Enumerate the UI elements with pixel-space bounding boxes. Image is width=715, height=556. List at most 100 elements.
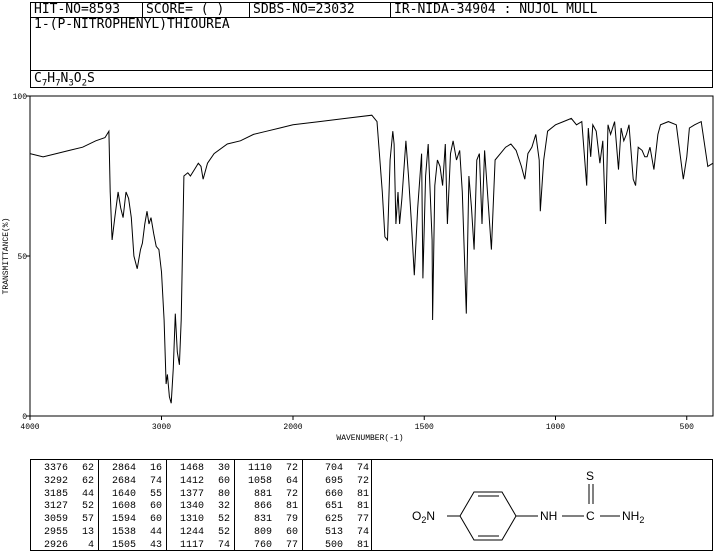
peak-transmittance: 30	[217, 463, 230, 474]
peak-row: 513 74	[303, 526, 373, 539]
peak-transmittance: 60	[149, 514, 162, 526]
structure-panel: O2N NH C S NH2	[372, 459, 713, 551]
peak-wavenumber: 760	[253, 539, 272, 551]
peak-row: 881 72	[235, 488, 302, 501]
peak-column: 3376 62 3292 62 3185 44 3127 52 3059 57 2955 13 2926…	[31, 460, 99, 552]
amine-label: NH2	[622, 509, 644, 525]
peak-row: 660 81	[303, 488, 373, 501]
peak-wavenumber: 1110	[247, 463, 272, 474]
y-axis-label: TRANSMITTANCE(%)	[2, 218, 11, 295]
peak-row: 2926 4	[31, 539, 98, 552]
y-tick-label: 0	[22, 413, 27, 422]
peak-column: 1110 72 1058 64 881 72 866 81 831 79 809 60 760 77	[235, 460, 303, 552]
peak-transmittance: 74	[356, 527, 369, 538]
peak-transmittance: 77	[285, 539, 298, 551]
peak-wavenumber: 1244	[179, 527, 204, 538]
peak-wavenumber: 695	[324, 475, 343, 487]
compound-name-cell: 1-(P-NITROPHENYL)THIOUREA	[30, 17, 713, 71]
spectrum-line	[29, 114, 714, 404]
peak-wavenumber: 1468	[179, 463, 204, 474]
peak-row: 1244 52	[167, 526, 234, 539]
peak-transmittance: 16	[149, 463, 162, 474]
peak-column: 704 74 695 72 660 81 651 81 625 77 513 74 500 81	[303, 460, 373, 552]
peak-transmittance: 32	[217, 501, 230, 513]
peak-row: 1538 44	[99, 526, 166, 539]
hit-no: HIT-NO=8593	[34, 2, 121, 17]
y-tick-label: 100	[13, 93, 28, 102]
peak-wavenumber: 3127	[43, 501, 68, 513]
peak-transmittance: 13	[81, 527, 94, 538]
score: SCORE= ( )	[146, 2, 225, 17]
peak-transmittance: 81	[356, 488, 369, 500]
peak-wavenumber: 1377	[179, 488, 204, 500]
peak-transmittance: 74	[149, 475, 162, 487]
peak-row: 1640 55	[99, 488, 166, 501]
peak-row: 866 81	[235, 500, 302, 513]
peak-wavenumber: 651	[324, 501, 343, 513]
sdbs-no-cell: SDBS-NO=23032	[249, 2, 391, 18]
peak-table: 3376 62 3292 62 3185 44 3127 52 3059 57 2955 13 2926…	[30, 459, 372, 551]
sdbs-no: SDBS-NO=23032	[253, 2, 355, 17]
peak-wavenumber: 831	[253, 514, 272, 526]
ir-spectrum-chart: 100500 4000 3000 2000 1500 1000 500 WAVENUMBE…	[2, 93, 714, 443]
peak-wavenumber: 3059	[43, 514, 68, 526]
peak-wavenumber: 1340	[179, 501, 204, 513]
peak-row: 2955 13	[31, 526, 98, 539]
score-cell: SCORE= ( )	[142, 2, 250, 18]
peak-row: 3127 52	[31, 500, 98, 513]
peak-row: 1594 60	[99, 513, 166, 526]
peak-wavenumber: 1640	[111, 488, 136, 500]
hit-no-cell: HIT-NO=8593	[30, 2, 143, 18]
peak-wavenumber: 1505	[111, 539, 136, 551]
peak-transmittance: 80	[217, 488, 230, 500]
peak-transmittance: 43	[149, 539, 162, 551]
chemical-structure: O2N NH C S NH2	[412, 469, 644, 541]
peak-wavenumber: 500	[324, 539, 343, 551]
peak-wavenumber: 1412	[179, 475, 204, 487]
peak-row: 1468 30	[167, 462, 234, 475]
peak-row: 704 74	[303, 462, 373, 475]
peak-transmittance: 81	[356, 539, 369, 551]
peak-row: 760 77	[235, 539, 302, 552]
peak-row: 1412 60	[167, 475, 234, 488]
peak-row: 2684 74	[99, 475, 166, 488]
peak-wavenumber: 3376	[43, 463, 68, 474]
peak-wavenumber: 2955	[43, 527, 68, 538]
peak-row: 1058 64	[235, 475, 302, 488]
peak-transmittance: 62	[81, 463, 94, 474]
x-tick-label: 3000	[152, 423, 171, 432]
formula-cell: C7H7N3O2S	[30, 70, 713, 88]
ir-info: IR-NIDA-34904 : NUJOL MULL	[394, 2, 598, 17]
peak-transmittance: 60	[285, 527, 298, 538]
peak-row: 500 81	[303, 539, 373, 552]
peak-row: 3185 44	[31, 488, 98, 501]
nh-label: NH	[540, 509, 557, 523]
x-tick-label: 1500	[415, 423, 434, 432]
peak-wavenumber: 881	[253, 488, 272, 500]
peak-wavenumber: 1608	[111, 501, 136, 513]
peak-wavenumber: 660	[324, 488, 343, 500]
peak-wavenumber: 866	[253, 501, 272, 513]
peak-wavenumber: 1594	[111, 514, 136, 526]
peak-row: 651 81	[303, 500, 373, 513]
sulfur-label: S	[586, 469, 594, 483]
peak-wavenumber: 3185	[43, 488, 68, 500]
peak-row: 3059 57	[31, 513, 98, 526]
x-tick-label: 2000	[283, 423, 302, 432]
peak-column: 2864 16 2684 74 1640 55 1608 60 1594 60 1538 44 1505…	[99, 460, 167, 551]
peak-transmittance: 79	[285, 514, 298, 526]
peak-wavenumber: 625	[324, 514, 343, 526]
peak-wavenumber: 2864	[111, 463, 136, 474]
peak-transmittance: 57	[81, 514, 94, 526]
peak-row: 809 60	[235, 526, 302, 539]
compound-name: 1-(P-NITROPHENYL)THIOUREA	[34, 17, 230, 32]
peak-transmittance: 72	[285, 463, 298, 474]
peak-row: 1310 52	[167, 513, 234, 526]
x-tick-label: 4000	[20, 423, 39, 432]
peak-transmittance: 55	[149, 488, 162, 500]
peak-wavenumber: 1117	[179, 539, 204, 551]
peak-row: 2864 16	[99, 462, 166, 475]
peak-wavenumber: 809	[253, 527, 272, 538]
peak-transmittance: 4	[87, 539, 94, 551]
peak-row: 3292 62	[31, 475, 98, 488]
